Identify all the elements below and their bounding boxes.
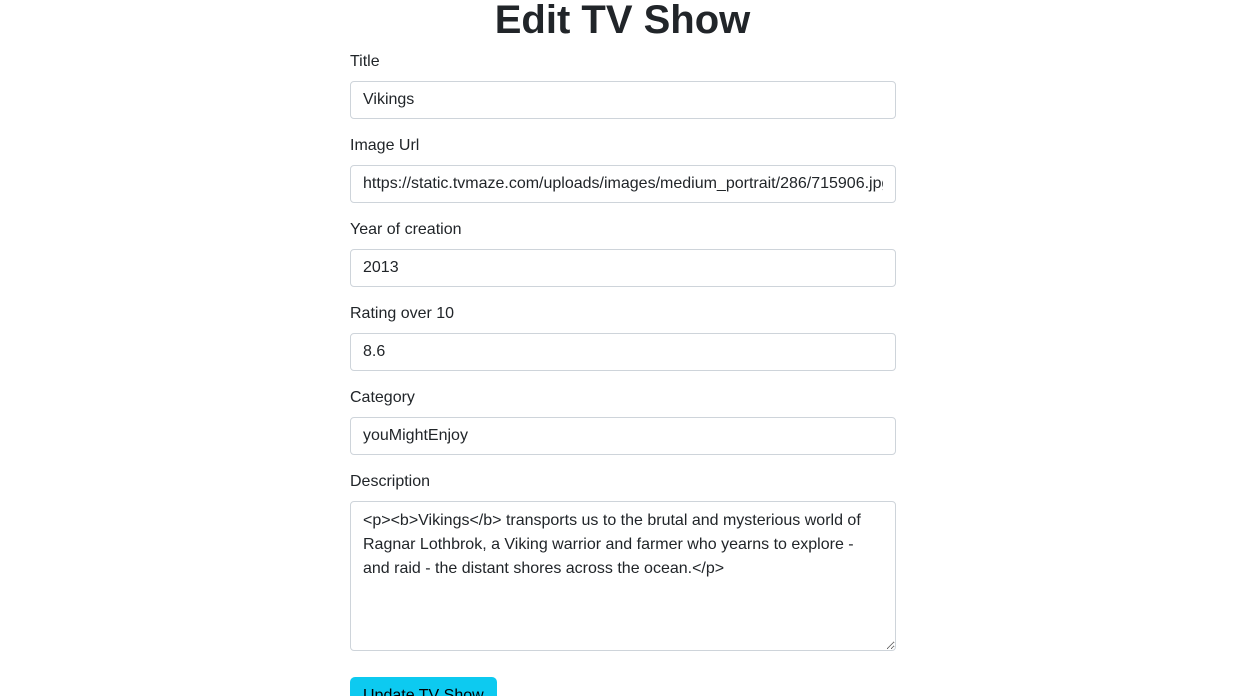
page-title: Edit TV Show: [494, 0, 751, 42]
title-label: Title: [350, 53, 380, 70]
year-field-group: Year of creation: [350, 219, 896, 287]
rating-field-group: Rating over 10: [350, 303, 896, 371]
category-field-group: Category: [350, 387, 896, 455]
update-tv-show-button[interactable]: Update TV Show: [350, 677, 497, 696]
image-url-label: Image Url: [350, 137, 420, 154]
description-label: Description: [350, 473, 431, 490]
image-url-input[interactable]: [350, 165, 896, 203]
title-field-group: Title: [350, 51, 896, 119]
category-input[interactable]: [350, 417, 896, 455]
edit-tv-show-page: Edit TV Show Title Image Url Year of cre…: [0, 0, 1239, 696]
category-label: Category: [350, 389, 415, 406]
year-input[interactable]: [350, 249, 896, 287]
edit-tv-show-form: Title Image Url Year of creation Rating …: [350, 51, 896, 667]
image-url-field-group: Image Url: [350, 135, 896, 203]
description-textarea[interactable]: <p><b>Vikings</b> transports us to the b…: [350, 501, 896, 651]
year-label: Year of creation: [350, 221, 462, 238]
rating-label: Rating over 10: [350, 305, 455, 322]
description-field-group: Description <p><b>Vikings</b> transports…: [350, 471, 896, 651]
rating-input[interactable]: [350, 333, 896, 371]
title-input[interactable]: [350, 81, 896, 119]
